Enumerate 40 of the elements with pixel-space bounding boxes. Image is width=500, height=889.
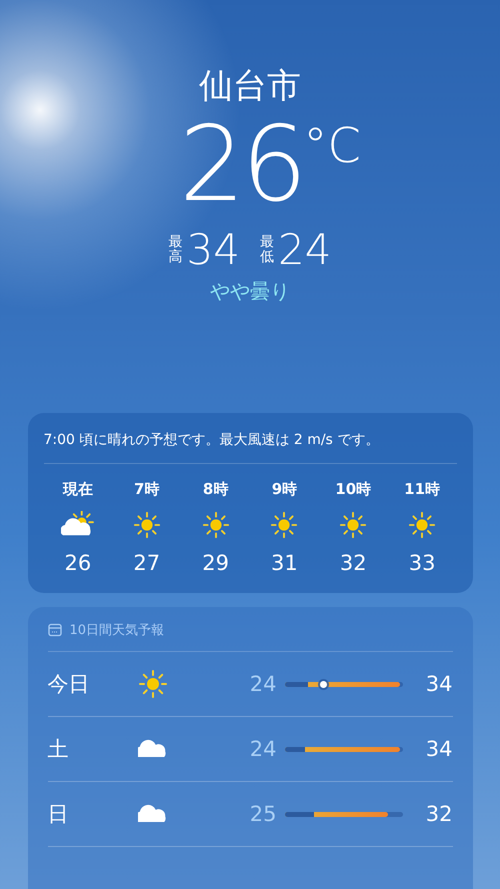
sun-icon xyxy=(270,511,298,539)
low-temperature: 24 xyxy=(278,226,332,274)
sun-icon xyxy=(408,511,436,539)
hour-temperature: 26 xyxy=(64,551,92,575)
hour-temperature: 33 xyxy=(408,551,436,575)
forecast-summary: 7:00 頃に晴れの予想です。最大風速は 2 m/s です。 xyxy=(44,413,456,464)
high-label: 最高 xyxy=(168,234,183,266)
day-name: 今日 xyxy=(48,671,90,698)
hour-temperature: 31 xyxy=(271,551,298,575)
high-temperature: 32 xyxy=(424,802,452,826)
low-temperature: 25 xyxy=(248,802,276,826)
low-temperature: 24 xyxy=(248,672,276,696)
hour-temperature: 29 xyxy=(202,551,229,575)
sun-icon xyxy=(339,511,368,539)
section-title: 10日間天気予報 xyxy=(70,622,164,639)
low-label: 最低 xyxy=(260,234,274,266)
temperature-unit: °C xyxy=(303,117,361,176)
hour-label: 8時 xyxy=(202,480,228,499)
sun-icon xyxy=(202,511,230,539)
city-name: 仙台市 xyxy=(199,65,301,108)
current-temperature: 26 xyxy=(179,108,304,220)
sun-icon xyxy=(138,669,168,699)
day-name: 日 xyxy=(48,801,70,828)
sun-icon xyxy=(132,511,161,539)
high-temperature: 34 xyxy=(186,226,240,274)
hour-label: 9時 xyxy=(272,480,298,499)
cloud-icon xyxy=(138,804,168,824)
hour-label: 現在 xyxy=(62,480,93,499)
cloud-icon xyxy=(138,738,168,760)
high-temperature: 34 xyxy=(424,737,452,761)
low-temperature: 24 xyxy=(248,737,276,761)
day-name: 土 xyxy=(48,736,70,763)
hour-temperature: 27 xyxy=(133,551,160,575)
weather-condition: やや曇り xyxy=(210,278,290,305)
hour-label: 7時 xyxy=(134,480,160,499)
calendar-icon xyxy=(48,623,62,637)
hour-label: 10時 xyxy=(335,480,372,499)
hour-label: 11時 xyxy=(404,480,440,499)
high-temperature: 34 xyxy=(424,672,452,696)
hour-temperature: 32 xyxy=(340,551,367,575)
